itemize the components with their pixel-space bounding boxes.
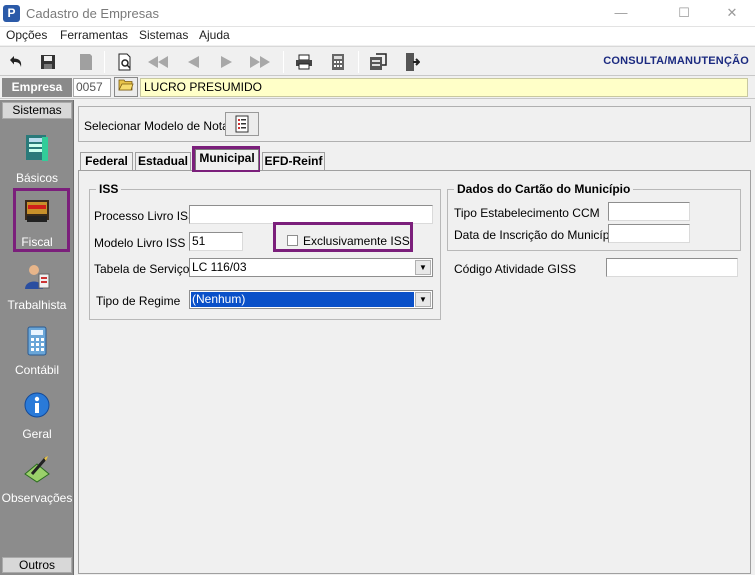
tab-bar: Federal Estadual Municipal EFD-Reinf [78,148,751,170]
first-record-icon[interactable] [146,50,170,74]
chevron-down-icon[interactable]: ▼ [415,292,431,307]
menu-sistemas[interactable]: Sistemas [139,28,188,42]
tipo-estab-input[interactable] [608,202,690,221]
open-folder-icon[interactable] [114,77,138,97]
tab-estadual[interactable]: Estadual [135,152,191,170]
iss-group: ISS Processo Livro ISS Modelo Livro ISS … [89,182,441,320]
maximize-button[interactable]: ☐ [664,3,704,23]
menu-opcoes[interactable]: Opções [6,28,47,42]
processo-livro-label: Processo Livro ISS [94,209,197,223]
empresa-row: Empresa 0057 LUCRO PRESUMIDO [0,76,755,99]
chevron-down-icon[interactable]: ▼ [415,260,431,275]
save-icon[interactable] [36,50,60,74]
menu-ferramentas[interactable]: Ferramentas [60,28,128,42]
empresa-name-field[interactable]: LUCRO PRESUMIDO [140,78,748,97]
sidebar-item-geral[interactable]: Geral [0,390,74,450]
sidebar-item-label: Geral [22,427,52,441]
tabela-servicos-select[interactable]: LC 116/03 ▼ [189,258,433,277]
menu-bar: Opções Ferramentas Sistemas Ajuda [0,27,755,45]
fiscal-highlight [13,188,70,252]
app-icon: P [3,5,20,22]
print-icon[interactable] [292,50,316,74]
sidebar-item-basicos[interactable]: Básicos [0,132,74,192]
sidebar: Sistemas Básicos Fiscal Trabalhista Cont… [0,100,74,575]
cartao-municipio-group: Dados do Cartão do Município Tipo Estabe… [447,182,741,251]
undo-icon[interactable] [4,50,28,74]
toolbar: CONSULTA/MANUTENÇÃO [0,46,755,76]
sidebar-item-label: Trabalhista [7,298,67,312]
tipo-regime-select[interactable]: (Nenhum) ▼ [189,290,433,309]
preview-icon[interactable] [113,50,137,74]
select-note-model-button[interactable] [225,112,259,136]
window-title: Cadastro de Empresas [26,6,159,21]
exclusivamente-highlight [273,222,413,252]
sidebar-item-observacoes[interactable]: Observações [0,454,74,514]
close-button[interactable]: ✕ [712,3,752,23]
modelo-nota-label: Selecionar Modelo de Nota [84,119,229,133]
tab-efd-reinf[interactable]: EFD-Reinf [262,152,325,170]
menu-ajuda[interactable]: Ajuda [199,28,230,42]
tipo-regime-value: (Nenhum) [190,291,415,308]
basicos-icon [22,132,52,162]
giss-input[interactable] [606,258,738,277]
tipo-regime-label: Tipo de Regime [96,294,181,308]
exit-icon[interactable] [400,50,424,74]
mode-label: CONSULTA/MANUTENÇÃO [603,55,749,67]
modelo-livro-input[interactable]: 51 [189,232,243,251]
tabela-servicos-value: LC 116/03 [192,260,247,274]
trabalhista-icon [22,262,52,292]
previous-record-icon[interactable] [181,50,205,74]
title-bar: P Cadastro de Empresas — ☐ ✕ [0,0,755,27]
sidebar-header: Sistemas [2,102,72,119]
tab-federal[interactable]: Federal [80,152,133,170]
sidebar-item-label: Contábil [14,363,60,377]
settings-icon[interactable] [366,50,390,74]
sidebar-item-label: Básicos [15,171,59,185]
empresa-code-field[interactable]: 0057 [73,78,111,97]
next-record-icon[interactable] [215,50,239,74]
giss-label: Código Atividade GISS [454,262,577,276]
modelo-livro-label: Modelo Livro ISS [94,236,186,250]
last-record-icon[interactable] [248,50,272,74]
contabil-calculator-icon [22,326,52,356]
main-content: Selecionar Modelo de Nota Federal Estadu… [75,100,755,575]
data-inscricao-input[interactable] [608,224,690,243]
sidebar-item-label: Observações [1,491,73,505]
cartao-group-title: Dados do Cartão do Município [454,182,634,196]
sidebar-item-trabalhista[interactable]: Trabalhista [0,262,74,322]
tab-panel-municipal: ISS Processo Livro ISS Modelo Livro ISS … [78,170,751,574]
iss-group-title: ISS [96,182,122,196]
tabela-servicos-label: Tabela de Serviços [94,262,196,276]
tab-municipal[interactable]: Municipal [195,149,259,170]
calculator-icon[interactable] [326,50,350,74]
modelo-nota-box: Selecionar Modelo de Nota [78,106,751,142]
data-inscricao-label: Data de Inscrição do Município [454,228,619,242]
empresa-label: Empresa [2,78,72,97]
tipo-estab-label: Tipo Estabelecimento CCM [454,206,600,220]
document-list-icon [235,115,249,133]
notes-icon [22,454,52,484]
sidebar-footer[interactable]: Outros [2,557,72,573]
bookmark-icon[interactable] [74,50,98,74]
info-icon [22,390,52,420]
sidebar-item-contabil[interactable]: Contábil [0,326,74,386]
minimize-button[interactable]: — [601,3,641,23]
